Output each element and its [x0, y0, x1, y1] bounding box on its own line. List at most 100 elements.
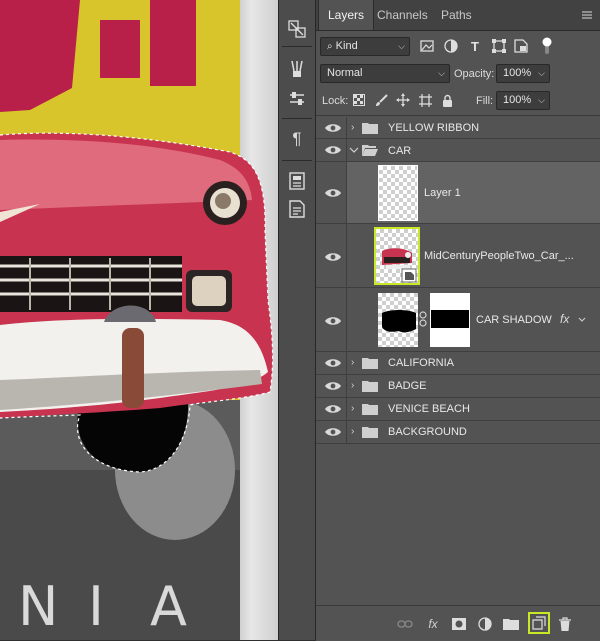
poster-title-text: N I A	[0, 572, 240, 640]
tab-channels[interactable]: Channels	[368, 0, 437, 30]
layer-name[interactable]: Layer 1	[424, 187, 461, 199]
visibility-eye-icon[interactable]	[324, 403, 342, 415]
layer-group-california[interactable]: › CALIFORNIA	[316, 352, 600, 375]
layers-panel: Layers Channels Paths ⌕ Kind ⌵ T Normal …	[316, 0, 600, 641]
poster-letter: A	[150, 575, 189, 638]
chevron-down-icon[interactable]	[578, 317, 586, 323]
lock-position-icon[interactable]	[396, 93, 410, 107]
filter-row: ⌕ Kind ⌵ T	[316, 31, 600, 61]
layer-name[interactable]: BACKGROUND	[388, 426, 467, 438]
folder-open-icon	[362, 145, 378, 156]
visibility-eye-icon[interactable]	[324, 315, 342, 327]
layer-group-badge[interactable]: › BADGE	[316, 375, 600, 398]
lock-transparency-icon[interactable]	[352, 93, 366, 107]
fill-label: Fill:	[476, 95, 494, 107]
layers-list: › YELLOW RIBBON CAR Layer 1 MidCenturyPe…	[316, 117, 600, 605]
opacity-label: Opacity:	[454, 68, 495, 80]
lock-label: Lock:	[322, 95, 349, 107]
filter-adjustment-icon[interactable]	[442, 37, 460, 55]
filter-type-icon[interactable]: T	[466, 37, 484, 55]
chevron-right-icon[interactable]: ›	[351, 358, 359, 368]
chain-link-icon[interactable]	[419, 311, 427, 327]
filter-shape-icon[interactable]	[490, 37, 508, 55]
new-layer-icon	[532, 616, 546, 630]
folder-icon	[362, 404, 378, 415]
layer-name[interactable]: BADGE	[388, 380, 427, 392]
layer-thumbnail[interactable]	[378, 293, 418, 347]
layer-smart-object-car[interactable]: MidCenturyPeopleTwo_Car_...	[316, 224, 600, 288]
visibility-eye-icon[interactable]	[324, 380, 342, 392]
lock-image-pixels-icon[interactable]	[374, 93, 388, 107]
folder-icon	[362, 427, 378, 438]
delete-layer-trash-icon[interactable]	[556, 615, 574, 633]
tab-layers[interactable]: Layers	[318, 0, 375, 30]
filter-pixel-icon[interactable]	[418, 37, 436, 55]
glyphs-icon[interactable]	[284, 170, 310, 192]
layer-mask-thumbnail[interactable]	[430, 293, 470, 347]
lock-row: Lock: Fill: 100% ⌵	[316, 87, 600, 116]
visibility-eye-icon[interactable]	[324, 426, 342, 438]
tab-paths[interactable]: Paths	[432, 0, 481, 30]
panel-tabs: Layers Channels Paths	[316, 0, 600, 31]
chevron-down-icon: ⌵	[538, 95, 545, 105]
add-mask-icon[interactable]	[450, 615, 468, 633]
fill-field[interactable]: 100% ⌵	[496, 91, 550, 110]
collapsed-panel-strip: ¶	[278, 0, 316, 640]
filter-kind-label: Kind	[335, 40, 358, 52]
layer-thumbnail-highlighted[interactable]	[374, 227, 420, 285]
new-group-folder-icon[interactable]	[502, 615, 520, 633]
chevron-down-icon: ⌵	[538, 68, 545, 78]
new-adjustment-layer-icon[interactable]	[476, 615, 494, 633]
chevron-right-icon[interactable]: ›	[351, 381, 359, 391]
layer-group-car[interactable]: CAR	[316, 139, 600, 162]
blend-row: Normal ⌵ Opacity: 100% ⌵	[316, 61, 600, 87]
layer-car-shadow[interactable]: CAR SHADOW fx	[316, 288, 600, 352]
layer-name[interactable]: VENICE BEACH	[388, 403, 470, 415]
visibility-eye-icon[interactable]	[324, 251, 342, 263]
chevron-right-icon[interactable]: ›	[351, 404, 359, 414]
layer-name[interactable]: YELLOW RIBBON	[388, 122, 479, 134]
blend-mode-label: Normal	[327, 67, 363, 79]
adjustments-icon[interactable]	[284, 88, 310, 110]
layer-group-yellow-ribbon[interactable]: › YELLOW RIBBON	[316, 117, 600, 139]
filter-smart-object-icon[interactable]	[512, 37, 530, 55]
panel-menu-icon[interactable]	[580, 8, 594, 22]
layer-name[interactable]: CAR	[388, 145, 411, 157]
layer-name[interactable]: MidCenturyPeopleTwo_Car_...	[424, 250, 574, 262]
folder-icon	[362, 358, 378, 369]
chevron-right-icon[interactable]: ›	[351, 123, 359, 133]
visibility-eye-icon[interactable]	[324, 357, 342, 369]
layer-name[interactable]: CALIFORNIA	[388, 357, 454, 369]
poster-letter: I	[88, 575, 106, 638]
layer-name[interactable]: CAR SHADOW	[476, 314, 552, 326]
link-layers-icon[interactable]	[396, 615, 414, 633]
new-layer-button[interactable]	[528, 612, 550, 634]
notes-icon[interactable]	[284, 198, 310, 220]
paragraph-icon[interactable]: ¶	[284, 128, 310, 150]
lock-all-icon[interactable]	[440, 93, 454, 107]
visibility-eye-icon[interactable]	[324, 122, 342, 134]
layer-layer-1[interactable]: Layer 1	[316, 162, 600, 224]
lock-artboard-icon[interactable]	[418, 93, 432, 107]
folder-icon	[362, 123, 378, 134]
layer-group-venice-beach[interactable]: › VENICE BEACH	[316, 398, 600, 421]
layer-thumbnail[interactable]	[378, 165, 418, 221]
filter-kind-select[interactable]: ⌕ Kind ⌵	[320, 37, 410, 56]
opacity-field[interactable]: 100% ⌵	[496, 64, 550, 83]
add-layer-style-icon[interactable]: fx	[424, 615, 442, 633]
chevron-right-icon[interactable]: ›	[351, 427, 359, 437]
blend-mode-select[interactable]: Normal ⌵	[320, 64, 450, 83]
brush-settings-icon[interactable]	[284, 58, 310, 80]
fill-value: 100%	[503, 94, 532, 106]
swap-panels-icon[interactable]	[284, 18, 310, 40]
layer-group-background[interactable]: › BACKGROUND	[316, 421, 600, 444]
filter-toggle-icon[interactable]	[538, 37, 556, 55]
visibility-eye-icon[interactable]	[324, 187, 342, 199]
layer-effects-fx-icon[interactable]: fx	[560, 312, 569, 326]
folder-icon	[362, 381, 378, 392]
document-canvas[interactable]: N I A	[0, 0, 278, 640]
visibility-eye-icon[interactable]	[324, 144, 342, 156]
layers-bottom-toolbar: fx	[316, 605, 600, 641]
chevron-down-icon[interactable]	[349, 147, 359, 154]
poster-letter: N	[18, 575, 61, 638]
